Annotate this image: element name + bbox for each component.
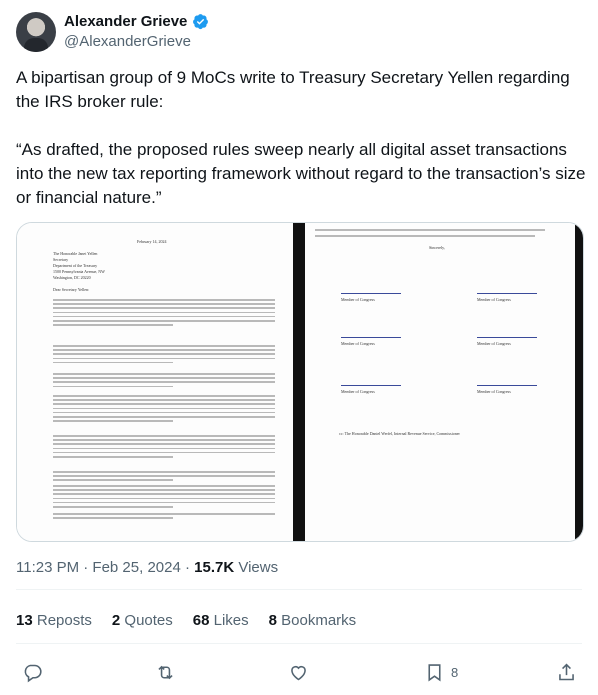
page-edge: [575, 223, 583, 541]
text-line: [53, 357, 275, 360]
text-line: [53, 493, 275, 495]
text-line: [53, 385, 173, 388]
signature: [341, 373, 401, 386]
text-line: [53, 435, 275, 437]
letter-closing: Sincerely,: [429, 245, 445, 250]
signatory-title: Member of Congress: [477, 297, 511, 302]
reposts-count: 13: [16, 612, 33, 629]
reposts-label: Reposts: [32, 612, 92, 629]
avatar[interactable]: [16, 12, 56, 52]
signature: [341, 281, 401, 294]
text-line: [53, 416, 275, 418]
text-line: [53, 361, 173, 364]
tweet-meta: 11:23 PM · Feb 25, 2024 · 15.7K Views: [16, 558, 278, 578]
engagement-stats: 13 Reposts 2 Quotes 68 Likes 8 Bookmarks: [16, 611, 356, 631]
text-line: [53, 513, 275, 515]
letter-page-2[interactable]: Sincerely, Member of Congress Member of C…: [301, 223, 583, 541]
text-line: [53, 399, 275, 401]
letter-date: February 14, 2024: [137, 239, 167, 244]
bookmark-button[interactable]: 8: [424, 660, 458, 684]
text-line: [53, 345, 275, 347]
text-line: [53, 373, 275, 375]
repost-icon: [158, 665, 173, 679]
signatory-title: Member of Congress: [341, 297, 375, 302]
text-line: [53, 420, 173, 422]
text-line: [53, 299, 275, 301]
quotes-stat[interactable]: 2 Quotes: [112, 611, 173, 631]
letter-salutation: Dear Secretary Yellen:: [53, 287, 90, 292]
text-line: [53, 447, 275, 450]
text-line: [53, 439, 275, 441]
likes-count: 68: [192, 612, 210, 629]
text-line: [53, 303, 275, 305]
text-line: [53, 471, 275, 473]
text-line: [53, 506, 173, 508]
views-count: 15.7K: [194, 559, 235, 576]
text-line: [53, 489, 275, 491]
author-handle[interactable]: @AlexanderGrieve: [64, 32, 191, 52]
share-icon: [559, 663, 574, 680]
text-line: [53, 451, 275, 454]
bookmark-icon: [428, 663, 441, 681]
text-line: [53, 395, 275, 397]
divider: [16, 589, 582, 590]
reply-icon: [24, 664, 42, 682]
text-line: [53, 485, 275, 487]
repost-button[interactable]: [155, 660, 176, 684]
quotes-count: 2: [111, 612, 121, 629]
page-divider: [293, 223, 301, 541]
signature: [477, 373, 537, 386]
signatory-title: Member of Congress: [477, 389, 511, 394]
text-line: [53, 377, 275, 379]
author-name[interactable]: Alexander Grieve: [64, 12, 187, 32]
text-line: [53, 320, 275, 322]
text-line: [53, 411, 275, 414]
views-label: Views: [234, 559, 279, 576]
bookmarks-count: 8: [268, 612, 277, 629]
letter-cc: cc: The Honorable Daniel Werfel, Interna…: [339, 431, 460, 436]
bookmarks-stat[interactable]: 8 Bookmarks: [269, 611, 357, 631]
signature: [341, 325, 401, 338]
signatory-title: Member of Congress: [477, 341, 511, 346]
signature: [477, 281, 537, 294]
text-line: [53, 407, 275, 410]
reply-button[interactable]: [22, 660, 43, 684]
letter-page-1[interactable]: February 14, 2024 The Honorable Janet Ye…: [17, 223, 301, 541]
reposts-stat[interactable]: 13 Reposts: [16, 611, 92, 631]
share-button[interactable]: [556, 660, 577, 684]
text-line: [53, 311, 275, 314]
likes-stat[interactable]: 68 Likes: [193, 611, 249, 631]
like-button[interactable]: [288, 660, 309, 684]
letter-addressee: The Honorable Janet Yellen Secretary Dep…: [53, 251, 105, 280]
text-line: [53, 443, 275, 445]
bookmark-count: 8: [451, 664, 459, 680]
bookmarks-label: Bookmarks: [276, 612, 357, 629]
text-line: [53, 315, 275, 318]
text-line: [53, 353, 275, 355]
tweet-timestamp[interactable]: 11:23 PM · Feb 25, 2024 ·: [16, 559, 194, 576]
text-line: [53, 479, 173, 481]
text-line: [53, 324, 173, 326]
page-divider-2: [301, 223, 305, 541]
text-line: [53, 475, 275, 477]
text-line: [53, 501, 275, 504]
text-line: [53, 517, 173, 519]
text-line: [53, 307, 275, 309]
verified-badge-icon: [193, 14, 208, 30]
like-icon: [291, 665, 306, 680]
text-line: [53, 456, 173, 458]
signatory-title: Member of Congress: [341, 341, 375, 346]
signatory-title: Member of Congress: [341, 389, 375, 394]
quotes-label: Quotes: [120, 612, 173, 629]
text-line: [53, 497, 275, 500]
tweet-text: A bipartisan group of 9 MoCs write to Tr…: [16, 68, 586, 207]
action-bar: 8: [16, 660, 582, 684]
letter-images[interactable]: February 14, 2024 The Honorable Janet Ye…: [16, 222, 584, 542]
text-line: [53, 403, 275, 405]
likes-label: Likes: [209, 612, 249, 629]
text-line: [53, 349, 275, 351]
text-line: [53, 381, 275, 383]
signature: [477, 325, 537, 338]
divider: [16, 643, 582, 644]
